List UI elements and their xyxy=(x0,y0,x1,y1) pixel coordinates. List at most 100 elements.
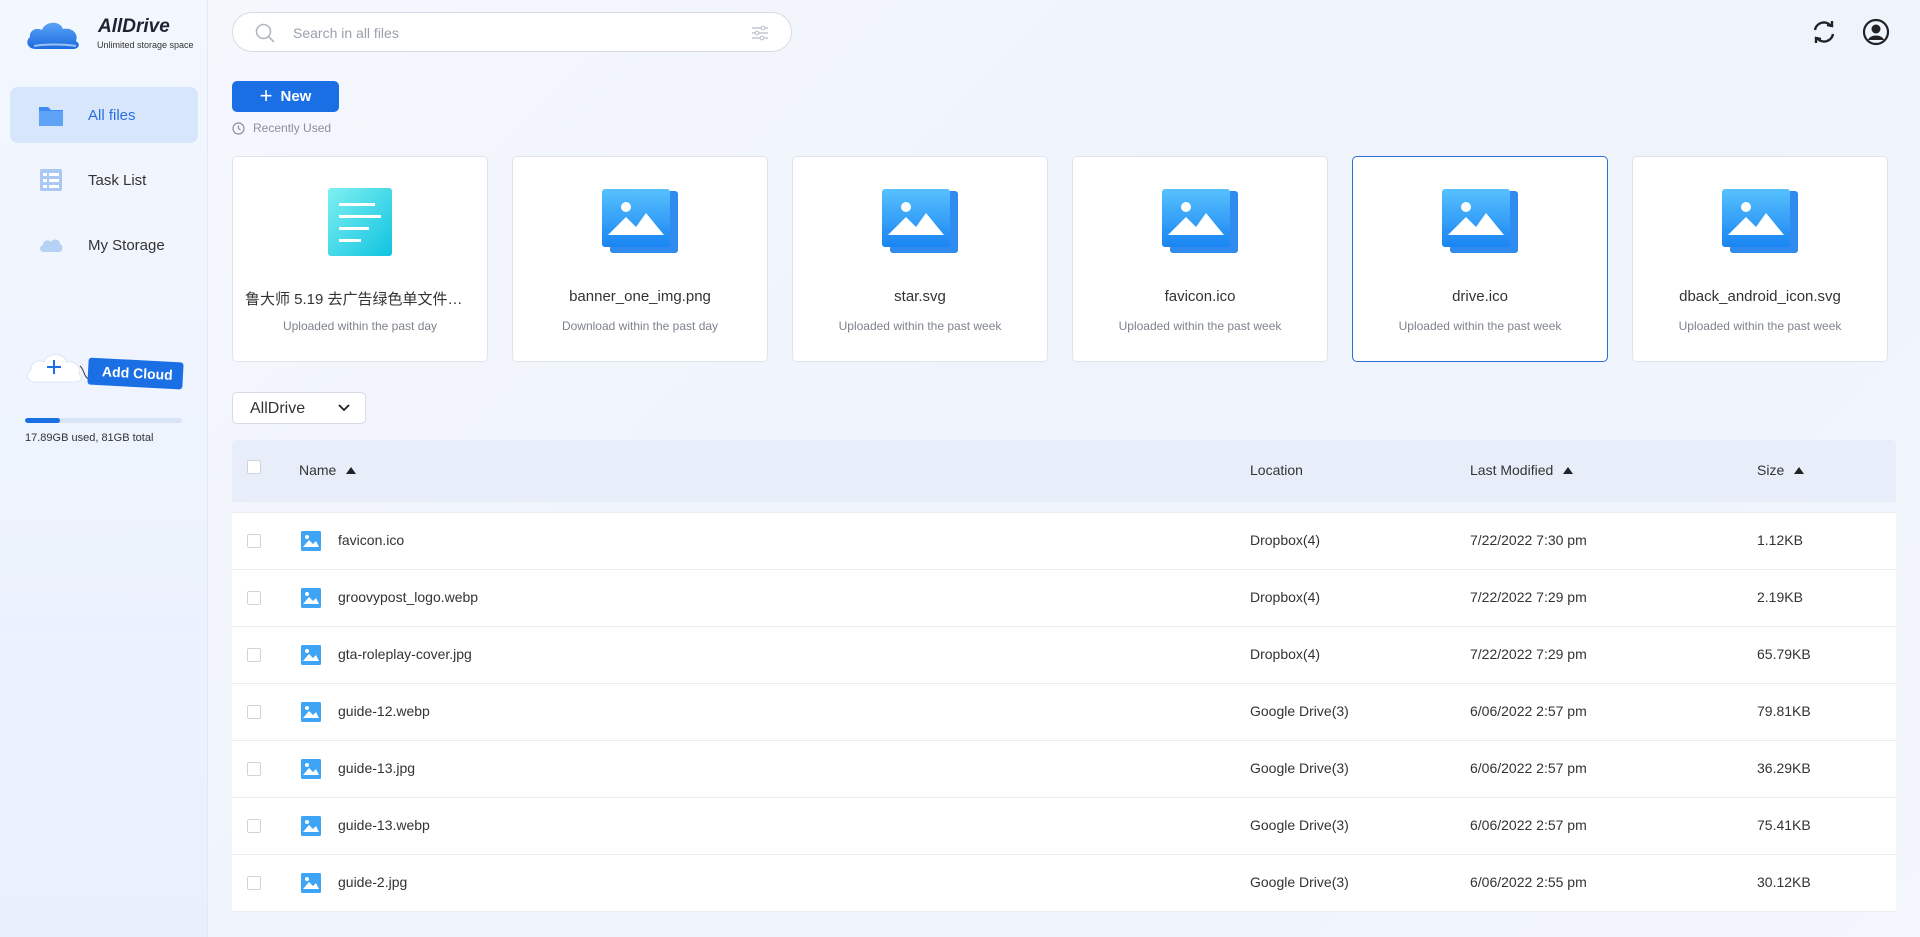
file-name[interactable]: groovypost_logo.webp xyxy=(338,589,478,605)
sidebar-item-task-list[interactable]: Task List xyxy=(10,152,198,208)
column-name-label: Name xyxy=(299,462,337,478)
file-name[interactable]: favicon.ico xyxy=(338,532,404,548)
filter-icon[interactable] xyxy=(751,25,769,41)
column-header-location[interactable]: Location xyxy=(1250,462,1303,478)
account-icon[interactable] xyxy=(1862,18,1890,46)
new-button[interactable]: + New xyxy=(232,81,339,112)
sidebar-item-label: All files xyxy=(88,106,136,124)
file-last-modified: 7/22/2022 7:29 pm xyxy=(1470,646,1587,662)
image-file-icon xyxy=(1442,189,1518,253)
recent-file-card[interactable]: favicon.ico Uploaded within the past week xyxy=(1072,156,1328,362)
file-location: Dropbox(4) xyxy=(1250,646,1321,662)
table-row[interactable]: groovypost_logo.webp Dropbox(4) 7/22/2022 … xyxy=(232,570,1896,627)
recent-file-card[interactable]: star.svg Uploaded within the past week xyxy=(792,156,1048,362)
image-file-icon xyxy=(301,645,321,665)
recent-file-card[interactable]: drive.ico Uploaded within the past week xyxy=(1352,156,1608,362)
row-checkbox[interactable] xyxy=(247,705,261,719)
file-name[interactable]: guide-2.jpg xyxy=(338,874,407,890)
document-file-icon xyxy=(328,188,392,256)
table-row[interactable]: favicon.ico Dropbox(4) 7/22/2022 7:30 pm 1.… xyxy=(232,513,1896,570)
sync-icon[interactable] xyxy=(1810,18,1838,46)
new-button-label: New xyxy=(280,88,312,105)
file-size: 75.41KB xyxy=(1757,817,1811,833)
file-last-modified: 7/22/2022 7:29 pm xyxy=(1470,589,1587,605)
column-header-size[interactable]: Size xyxy=(1757,462,1805,478)
select-all-checkbox[interactable] xyxy=(247,460,261,474)
file-location: Google Drive(3) xyxy=(1250,703,1349,719)
file-name[interactable]: guide-12.webp xyxy=(338,703,430,719)
image-file-icon xyxy=(301,873,321,893)
image-file-icon xyxy=(882,189,958,253)
sidebar-item-my-storage[interactable]: My Storage xyxy=(10,217,198,273)
file-location: Google Drive(3) xyxy=(1250,817,1349,833)
folder-icon xyxy=(39,107,63,126)
add-cloud-icon xyxy=(26,354,83,383)
brand-logo[interactable]: AllDrive Unlimited storage space xyxy=(24,14,204,54)
file-icon xyxy=(300,701,322,728)
recent-file-name: star.svg xyxy=(894,288,946,305)
sort-ascending-icon[interactable] xyxy=(1794,467,1805,474)
file-name[interactable]: guide-13.webp xyxy=(338,817,430,833)
recent-file-status: Download within the past day xyxy=(561,319,719,333)
file-icon xyxy=(300,644,322,671)
file-last-modified: 6/06/2022 2:57 pm xyxy=(1470,817,1587,833)
file-location: Google Drive(3) xyxy=(1250,760,1349,776)
recent-file-card[interactable]: dback_android_icon.svg Uploaded within th… xyxy=(1632,156,1888,362)
cloud-icon xyxy=(40,239,63,252)
storage-progress-fill xyxy=(25,418,60,423)
file-last-modified: 6/06/2022 2:55 pm xyxy=(1470,874,1587,890)
add-cloud-button[interactable]: Add Cloud xyxy=(24,346,184,394)
row-checkbox[interactable] xyxy=(247,819,261,833)
file-name[interactable]: gta-roleplay-cover.jpg xyxy=(338,646,472,662)
image-icon xyxy=(880,187,960,262)
file-last-modified: 6/06/2022 2:57 pm xyxy=(1470,703,1587,719)
sidebar-item-all-files[interactable]: All files xyxy=(10,87,198,143)
image-file-icon xyxy=(1722,189,1798,253)
file-location: Dropbox(4) xyxy=(1250,589,1321,605)
table-row[interactable]: guide-13.webp Google Drive(3) 6/06/2022 2:… xyxy=(232,798,1896,855)
recent-file-card[interactable]: banner_one_img.png Download within the pa… xyxy=(512,156,768,362)
row-checkbox[interactable] xyxy=(247,762,261,776)
file-location: Google Drive(3) xyxy=(1250,874,1349,890)
sort-ascending-icon[interactable] xyxy=(346,467,357,474)
file-name[interactable]: guide-13.jpg xyxy=(338,760,415,776)
clock-icon xyxy=(232,121,245,135)
column-modified-label: Last Modified xyxy=(1470,462,1554,478)
row-checkbox[interactable] xyxy=(247,876,261,890)
row-checkbox[interactable] xyxy=(247,534,261,548)
file-last-modified: 6/06/2022 2:57 pm xyxy=(1470,760,1587,776)
column-header-last-modified[interactable]: Last Modified xyxy=(1470,462,1574,478)
search-bar xyxy=(232,12,792,52)
image-file-icon xyxy=(301,531,321,551)
file-icon xyxy=(300,587,322,614)
brand-tagline: Unlimited storage space xyxy=(97,40,194,50)
table-row[interactable]: gta-roleplay-cover.jpg Dropbox(4) 7/22/202… xyxy=(232,627,1896,684)
table-row[interactable]: guide-2.jpg Google Drive(3) 6/06/2022 2:55… xyxy=(232,855,1896,912)
drive-filter-value: AllDrive xyxy=(250,400,306,417)
recent-file-status: Uploaded within the past day xyxy=(282,319,438,333)
table-row[interactable]: guide-13.jpg Google Drive(3) 6/06/2022 2:5… xyxy=(232,741,1896,798)
search-input[interactable] xyxy=(293,22,713,44)
file-size: 30.12KB xyxy=(1757,874,1811,890)
row-checkbox[interactable] xyxy=(247,648,261,662)
file-last-modified: 7/22/2022 7:30 pm xyxy=(1470,532,1587,548)
row-checkbox[interactable] xyxy=(247,591,261,605)
recent-file-card[interactable]: 鲁大师 5.19 去广告绿色单文件版.... Uploaded within th… xyxy=(232,156,488,362)
file-size: 2.19KB xyxy=(1757,589,1803,605)
storage-progress-bar xyxy=(25,418,182,423)
file-table-body: favicon.ico Dropbox(4) 7/22/2022 7:30 pm 1.… xyxy=(232,512,1896,912)
cloud-logo-icon xyxy=(27,22,79,49)
sort-ascending-icon[interactable] xyxy=(1563,467,1574,474)
table-row[interactable]: guide-12.webp Google Drive(3) 6/06/2022 2:… xyxy=(232,684,1896,741)
file-icon xyxy=(300,872,322,899)
sidebar-item-label: Task List xyxy=(88,171,147,189)
image-icon xyxy=(1440,187,1520,262)
search-icon[interactable] xyxy=(255,23,275,43)
column-header-name[interactable]: Name xyxy=(299,462,357,478)
recent-file-name: 鲁大师 5.19 去广告绿色单文件版.... xyxy=(245,291,475,308)
file-size: 36.29KB xyxy=(1757,760,1811,776)
image-file-icon xyxy=(1162,189,1238,253)
drive-filter-dropdown[interactable]: AllDrive xyxy=(232,392,366,424)
image-icon xyxy=(1720,187,1800,262)
image-file-icon xyxy=(301,702,321,722)
